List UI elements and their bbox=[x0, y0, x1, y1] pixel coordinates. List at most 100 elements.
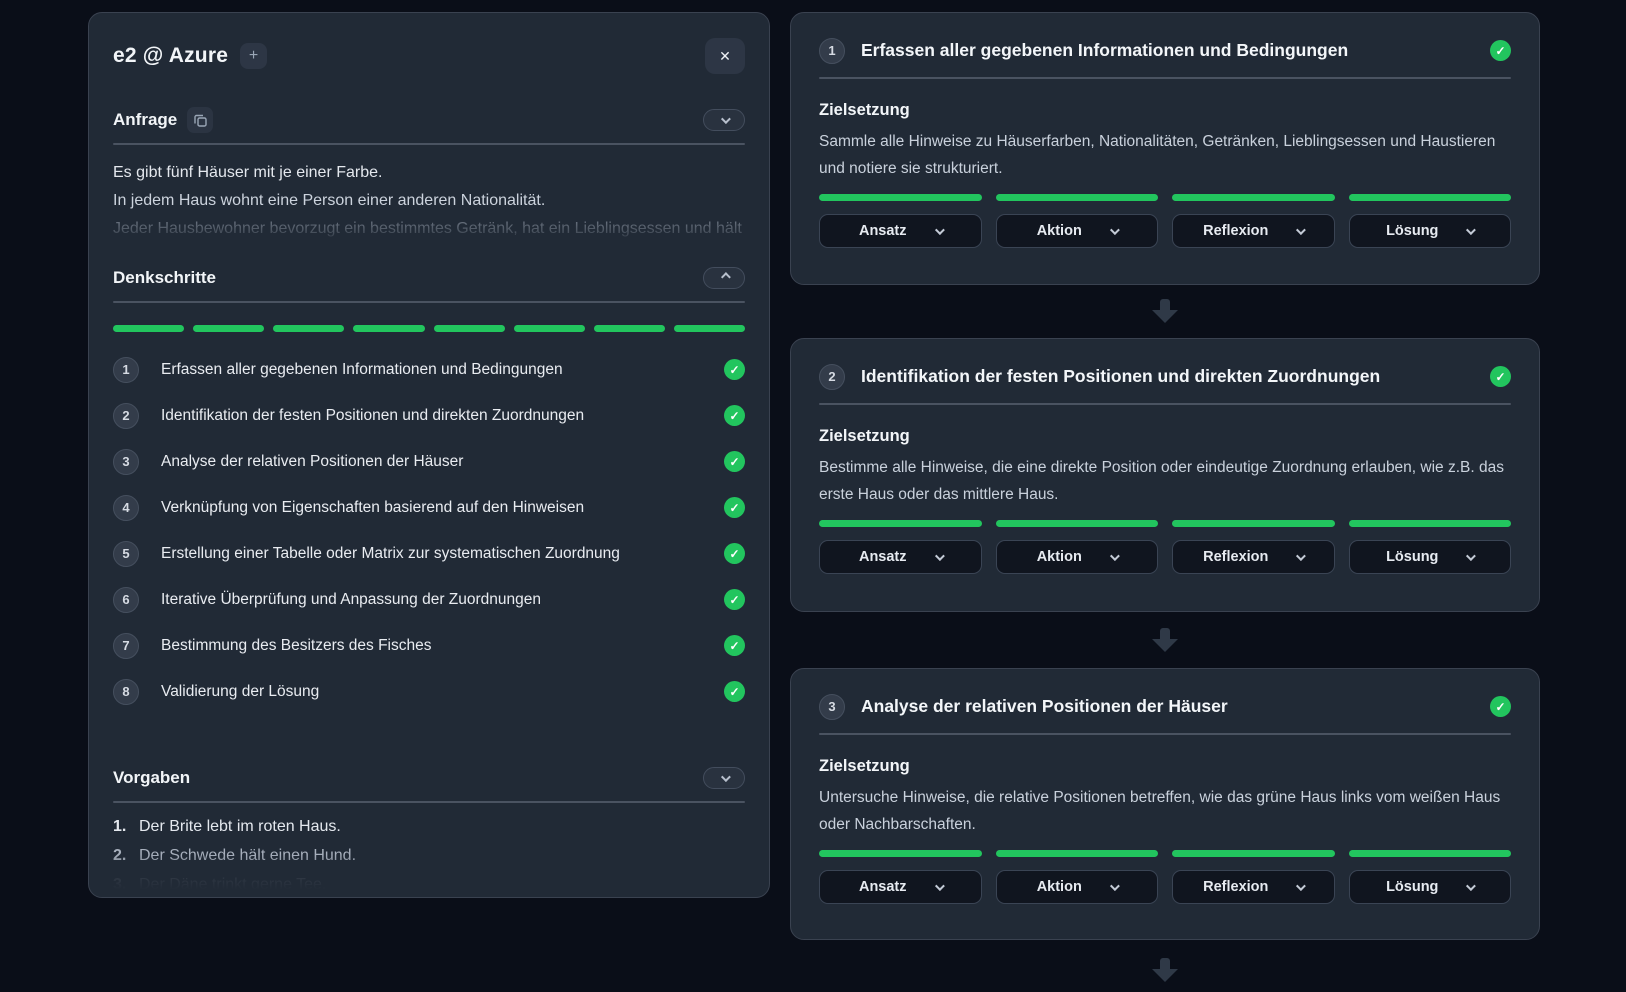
dropdown-button-ansatz[interactable]: Ansatz bbox=[819, 540, 982, 574]
card-title: Analyse der relativen Positionen der Häu… bbox=[861, 696, 1228, 717]
dropdown-button-aktion[interactable]: Aktion bbox=[996, 870, 1159, 904]
dropdown-label: Lösung bbox=[1386, 223, 1438, 239]
step-number-badge: 7 bbox=[113, 633, 139, 659]
step-row-5[interactable]: 5 Erstellung einer Tabelle oder Matrix z… bbox=[113, 540, 745, 567]
dropdown-label: Reflexion bbox=[1203, 223, 1268, 239]
dropdown-button-loesung[interactable]: Lösung bbox=[1349, 214, 1512, 248]
denkschritte-section-header: Denkschritte bbox=[113, 267, 745, 289]
step-check-icon: ✓ bbox=[724, 681, 745, 702]
progress-bar bbox=[1349, 850, 1512, 857]
progress-segment bbox=[594, 325, 665, 332]
anfrage-line: Jeder Hausbewohner bevorzugt ein bestimm… bbox=[113, 215, 745, 243]
steps-progress-bar bbox=[113, 325, 745, 332]
denkschritte-collapse-button[interactable] bbox=[703, 267, 745, 289]
vorgaben-list: 1. Der Brite lebt im roten Haus. 2. Der … bbox=[113, 817, 745, 895]
card-check-icon: ✓ bbox=[1490, 366, 1511, 387]
progress-segment bbox=[273, 325, 344, 332]
step-row-6[interactable]: 6 Iterative Überprüfung und Anpassung de… bbox=[113, 586, 745, 613]
card-title: Erfassen aller gegebenen Informationen u… bbox=[861, 40, 1348, 61]
anfrage-collapse-button[interactable] bbox=[703, 109, 745, 131]
card-dropdowns: Ansatz Aktion Reflexion Lösung bbox=[819, 540, 1511, 574]
step-row-4[interactable]: 4 Verknüpfung von Eigenschaften basieren… bbox=[113, 494, 745, 521]
dropdown-button-reflexion[interactable]: Reflexion bbox=[1172, 540, 1335, 574]
dropdown-button-loesung[interactable]: Lösung bbox=[1349, 870, 1512, 904]
step-card-3: 3 Analyse der relativen Positionen der H… bbox=[790, 668, 1540, 940]
progress-bar bbox=[819, 194, 982, 201]
vorgaben-item-text: Der Schwede hält einen Hund. bbox=[139, 846, 356, 866]
anfrage-heading: Anfrage bbox=[113, 110, 177, 130]
chevron-up-icon bbox=[720, 272, 730, 282]
steps-list: 1 Erfassen aller gegebenen Informationen… bbox=[113, 356, 745, 705]
vorgaben-item: 3. Der Däne trinkt gerne Tee. bbox=[113, 875, 745, 895]
card-dropdowns: Ansatz Aktion Reflexion Lösung bbox=[819, 214, 1511, 248]
progress-bar bbox=[1172, 850, 1335, 857]
divider bbox=[113, 143, 745, 145]
step-check-icon: ✓ bbox=[724, 635, 745, 656]
dropdown-button-aktion[interactable]: Aktion bbox=[996, 214, 1159, 248]
anfrage-line: In jedem Haus wohnt eine Person einer an… bbox=[113, 187, 745, 215]
anfrage-section-header: Anfrage bbox=[113, 109, 745, 131]
flow-arrow-icon bbox=[1152, 958, 1178, 982]
dropdown-button-loesung[interactable]: Lösung bbox=[1349, 540, 1512, 574]
vorgaben-heading: Vorgaben bbox=[113, 768, 190, 788]
anfrage-line: bestimmtes Haustier. bbox=[113, 243, 745, 245]
vorgaben-item-number: 2. bbox=[113, 846, 139, 866]
step-row-3[interactable]: 3 Analyse der relativen Positionen der H… bbox=[113, 448, 745, 475]
chevron-down-icon bbox=[1466, 551, 1476, 561]
step-label: Verknüpfung von Eigenschaften basierend … bbox=[161, 499, 584, 517]
card-progress-bars bbox=[819, 520, 1511, 527]
step-row-2[interactable]: 2 Identifikation der festen Positionen u… bbox=[113, 402, 745, 429]
dropdown-button-ansatz[interactable]: Ansatz bbox=[819, 870, 982, 904]
copy-button[interactable] bbox=[187, 107, 213, 133]
dropdown-label: Ansatz bbox=[859, 549, 907, 565]
dropdown-button-reflexion[interactable]: Reflexion bbox=[1172, 214, 1335, 248]
anfrage-line: Es gibt fünf Häuser mit je einer Farbe. bbox=[113, 159, 745, 187]
vorgaben-item-text: Der Brite lebt im roten Haus. bbox=[139, 817, 341, 837]
session-header: e2 @ Azure + ✕ bbox=[113, 39, 745, 73]
progress-segment bbox=[674, 325, 745, 332]
dropdown-label: Aktion bbox=[1037, 879, 1082, 895]
plus-icon: + bbox=[249, 47, 258, 65]
session-panel: e2 @ Azure + ✕ Anfrage Es gibt fünf Häus… bbox=[88, 12, 770, 898]
dropdown-button-reflexion[interactable]: Reflexion bbox=[1172, 870, 1335, 904]
step-number-badge: 6 bbox=[113, 587, 139, 613]
step-number-badge: 5 bbox=[113, 541, 139, 567]
card-number-badge: 1 bbox=[819, 38, 845, 64]
zielsetzung-heading: Zielsetzung bbox=[819, 757, 1511, 776]
step-check-icon: ✓ bbox=[724, 451, 745, 472]
card-dropdowns: Ansatz Aktion Reflexion Lösung bbox=[819, 870, 1511, 904]
zielsetzung-heading: Zielsetzung bbox=[819, 427, 1511, 446]
progress-bar bbox=[996, 194, 1159, 201]
close-icon: ✕ bbox=[719, 48, 731, 65]
progress-bar bbox=[996, 520, 1159, 527]
dropdown-label: Lösung bbox=[1386, 879, 1438, 895]
close-button[interactable]: ✕ bbox=[705, 38, 745, 74]
chevron-down-icon bbox=[934, 551, 944, 561]
vorgaben-item: 1. Der Brite lebt im roten Haus. bbox=[113, 817, 745, 837]
anfrage-text: Es gibt fünf Häuser mit je einer Farbe. … bbox=[113, 159, 745, 245]
vorgaben-item: 2. Der Schwede hält einen Hund. bbox=[113, 846, 745, 866]
step-label: Erstellung einer Tabelle oder Matrix zur… bbox=[161, 545, 620, 563]
card-header: 1 Erfassen aller gegebenen Informationen… bbox=[819, 37, 1511, 64]
progress-segment bbox=[514, 325, 585, 332]
step-row-7[interactable]: 7 Bestimmung des Besitzers des Fisches ✓ bbox=[113, 632, 745, 659]
step-label: Bestimmung des Besitzers des Fisches bbox=[161, 637, 432, 655]
add-button[interactable]: + bbox=[240, 43, 267, 69]
card-progress-bars bbox=[819, 850, 1511, 857]
dropdown-button-ansatz[interactable]: Ansatz bbox=[819, 214, 982, 248]
step-number-badge: 8 bbox=[113, 679, 139, 705]
dropdown-button-aktion[interactable]: Aktion bbox=[996, 540, 1159, 574]
card-header: 3 Analyse der relativen Positionen der H… bbox=[819, 693, 1511, 720]
step-row-1[interactable]: 1 Erfassen aller gegebenen Informationen… bbox=[113, 356, 745, 383]
flow-arrow-icon bbox=[1152, 299, 1178, 323]
chevron-down-icon bbox=[1296, 225, 1306, 235]
card-description: Bestimme alle Hinweise, die eine direkte… bbox=[819, 454, 1511, 508]
step-check-icon: ✓ bbox=[724, 589, 745, 610]
divider bbox=[113, 801, 745, 803]
chevron-down-icon bbox=[1466, 225, 1476, 235]
vorgaben-item-number: 3. bbox=[113, 875, 139, 895]
card-number-badge: 2 bbox=[819, 364, 845, 390]
chevron-down-icon bbox=[934, 881, 944, 891]
step-row-8[interactable]: 8 Validierung der Lösung ✓ bbox=[113, 678, 745, 705]
vorgaben-collapse-button[interactable] bbox=[703, 767, 745, 789]
